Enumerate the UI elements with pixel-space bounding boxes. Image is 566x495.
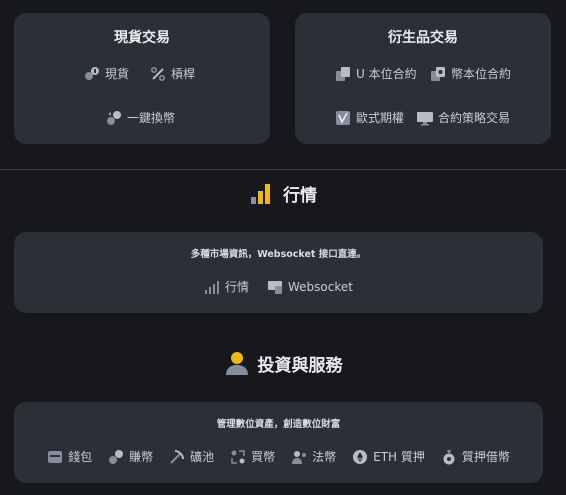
market-heading: 行情 — [0, 180, 566, 206]
market-link-label: 行情 — [225, 280, 250, 294]
strategy-trading-icon — [417, 110, 433, 126]
invest-card: 管理數位資產，創造數位財富 錢包 賺幣 礦池 買幣 法幣 ETH 質押 質押借幣 — [14, 402, 543, 483]
margin-link[interactable]: 槓桿 — [150, 65, 195, 82]
fiat-label: 法幣 — [312, 450, 337, 464]
market-links: 行情 Websocket — [14, 278, 543, 295]
buy-crypto-icon — [230, 449, 246, 465]
crypto-loan-icon — [441, 449, 457, 465]
websocket-link-label: Websocket — [288, 279, 353, 294]
coinm-futures-label: 幣本位合約 — [451, 67, 512, 81]
spot-link[interactable]: 現貨 — [84, 65, 129, 82]
crypto-loan-link[interactable]: 質押借幣 — [441, 448, 510, 465]
eth-staking-icon — [352, 449, 368, 465]
margin-icon — [150, 66, 166, 82]
buy-crypto-label: 買幣 — [251, 450, 276, 464]
mining-label: 礦池 — [190, 450, 215, 464]
wallet-label: 錢包 — [68, 450, 93, 464]
market-link[interactable]: 行情 — [204, 278, 249, 295]
convert-label: 一鍵換幣 — [127, 111, 176, 125]
derivatives-card: 衍生品交易 U 本位合約 幣本位合約 歐式期權 合約策略交易 — [295, 13, 551, 144]
usdm-futures-link[interactable]: U 本位合約 — [335, 65, 417, 82]
convert-icon — [106, 110, 122, 126]
derivatives-title: 衍生品交易 — [388, 30, 458, 46]
mining-icon — [169, 449, 185, 465]
signal-bars-icon — [204, 279, 220, 295]
options-icon — [335, 110, 351, 126]
strategy-trading-label: 合約策略交易 — [438, 111, 511, 125]
invest-links: 錢包 賺幣 礦池 買幣 法幣 ETH 質押 質押借幣 — [14, 448, 543, 465]
spot-icon — [84, 66, 100, 82]
coinm-futures-icon — [430, 66, 446, 82]
earn-icon — [108, 449, 124, 465]
spot-trading-card: 現貨交易 現貨 槓桿 一鍵換幣 — [14, 13, 270, 144]
wallet-icon — [47, 449, 63, 465]
options-label: 歐式期權 — [356, 111, 405, 125]
strategy-trading-link[interactable]: 合約策略交易 — [417, 109, 510, 126]
fiat-icon — [291, 449, 307, 465]
invest-heading: 投資與服務 — [0, 350, 566, 376]
market-heading-text: 行情 — [283, 185, 317, 206]
spot-label: 現貨 — [105, 67, 130, 81]
usdm-futures-label: U 本位合約 — [356, 67, 417, 81]
earn-link[interactable]: 賺幣 — [108, 448, 153, 465]
margin-label: 槓桿 — [171, 67, 196, 81]
market-subtitle: 多種市場資訊，Websocket 接口直連。 — [190, 249, 367, 260]
eth-staking-link[interactable]: ETH 質押 — [352, 448, 425, 465]
earn-label: 賺幣 — [129, 450, 154, 464]
eth-staking-label: ETH 質押 — [373, 450, 425, 464]
spot-trading-title: 現貨交易 — [114, 30, 170, 46]
coinm-futures-link[interactable]: 幣本位合約 — [430, 65, 511, 82]
crypto-loan-label: 質押借幣 — [461, 450, 510, 464]
wallet-link[interactable]: 錢包 — [47, 448, 92, 465]
fiat-link[interactable]: 法幣 — [291, 448, 336, 465]
buy-crypto-link[interactable]: 買幣 — [230, 448, 275, 465]
usdm-futures-icon — [335, 66, 351, 82]
options-link[interactable]: 歐式期權 — [335, 109, 404, 126]
invest-subtitle: 管理數位資產，創造數位財富 — [216, 419, 341, 430]
convert-link[interactable]: 一鍵換幣 — [106, 109, 175, 126]
market-card: 多種市場資訊，Websocket 接口直連。 行情 Websocket — [14, 232, 543, 313]
websocket-icon — [267, 279, 283, 295]
invest-person-icon — [224, 350, 250, 376]
websocket-link[interactable]: Websocket — [267, 279, 353, 295]
section-divider — [0, 169, 566, 170]
mining-link[interactable]: 礦池 — [169, 448, 214, 465]
invest-heading-text: 投資與服務 — [257, 355, 343, 376]
market-chart-icon — [249, 180, 275, 206]
